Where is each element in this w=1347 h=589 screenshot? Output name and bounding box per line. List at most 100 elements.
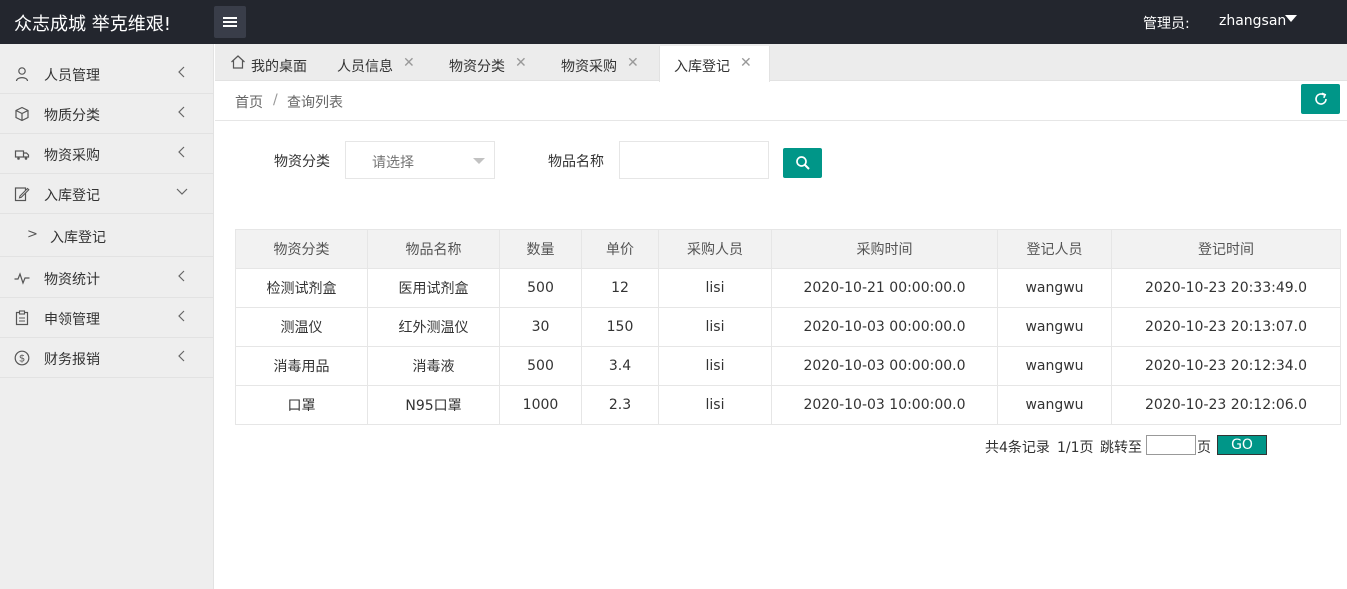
caret-down-icon[interactable] (1285, 15, 1297, 22)
breadcrumb-separator: / (273, 92, 278, 108)
sidebar: 人员管理 物质分类 物资采购 入库登记 > 入库登记 物资统计 申领管理 $ 财… (0, 44, 214, 589)
table-cell: lisi (658, 385, 772, 425)
tab-material-purchase[interactable]: 物资采购 ✕ (549, 46, 659, 81)
chevron-left-icon (178, 310, 185, 322)
item-name-label: 物品名称 (548, 154, 604, 170)
tab-label: 入库登记 (674, 59, 730, 75)
close-icon[interactable]: ✕ (515, 55, 527, 71)
go-button[interactable]: GO (1217, 435, 1267, 455)
table-row: 检测试剂盒 医用试剂盒 500 12 lisi 2020-10-21 00:00… (235, 268, 1341, 308)
table-cell: 2020-10-03 00:00:00.0 (771, 307, 998, 347)
user-icon (15, 67, 29, 82)
svg-text:$: $ (19, 354, 25, 365)
sidebar-subitem-stock-in[interactable]: > 入库登记 (0, 215, 214, 257)
page-number-input[interactable] (1146, 435, 1196, 455)
close-icon[interactable]: ✕ (627, 55, 639, 71)
sidebar-item-personnel[interactable]: 人员管理 (0, 54, 214, 94)
table-cell: 1000 (499, 385, 582, 425)
table-cell: 2020-10-21 00:00:00.0 (771, 268, 998, 308)
chevron-left-icon (178, 270, 185, 282)
chevron-right-icon: > (27, 227, 38, 242)
table-row: 测温仪 红外测温仪 30 150 lisi 2020-10-03 00:00:0… (235, 307, 1341, 347)
table-row: 口罩 N95口罩 1000 2.3 lisi 2020-10-03 10:00:… (235, 385, 1341, 425)
sidebar-item-finance[interactable]: $ 财务报销 (0, 338, 214, 378)
table-cell: lisi (658, 268, 772, 308)
table-cell: 30 (499, 307, 582, 347)
sidebar-subitem-label: 入库登记 (50, 230, 106, 246)
table-cell: lisi (658, 346, 772, 386)
table-cell: 消毒用品 (235, 346, 368, 386)
close-icon[interactable]: ✕ (403, 55, 415, 71)
table-cell: 2020-10-03 00:00:00.0 (771, 346, 998, 386)
page-indicator: 1/1页 (1057, 440, 1094, 456)
jump-to-label: 跳转至 (1100, 440, 1142, 456)
table-cell: wangwu (997, 268, 1112, 308)
refresh-button[interactable] (1301, 84, 1340, 114)
sidebar-item-label: 物资采购 (44, 148, 100, 164)
chevron-down-icon (176, 188, 188, 195)
sidebar-item-statistics[interactable]: 物资统计 (0, 258, 214, 298)
table-cell: lisi (658, 307, 772, 347)
tab-label: 物资分类 (449, 59, 505, 75)
tab-stock-in[interactable]: 入库登记 ✕ (659, 46, 770, 82)
tab-material-category[interactable]: 物资分类 ✕ (437, 46, 549, 81)
table-cell: 2020-10-23 20:13:07.0 (1111, 307, 1341, 347)
tab-label: 物资采购 (561, 59, 617, 75)
sidebar-item-label: 财务报销 (44, 352, 100, 368)
breadcrumb-home-link[interactable]: 首页 (235, 92, 263, 112)
table-cell: 红外测温仪 (367, 307, 500, 347)
table-header-row: 物资分类 物品名称 数量 单价 采购人员 采购时间 登记人员 登记时间 (235, 229, 1341, 269)
sidebar-item-label: 物质分类 (44, 108, 100, 124)
sidebar-item-stock-in[interactable]: 入库登记 (0, 174, 214, 214)
clipboard-icon (15, 310, 29, 326)
hamburger-icon (223, 17, 237, 27)
table-cell: 2020-10-23 20:33:49.0 (1111, 268, 1341, 308)
sidebar-item-label: 人员管理 (44, 68, 100, 84)
table-cell: wangwu (997, 385, 1112, 425)
tab-label: 我的桌面 (251, 59, 307, 75)
table-cell: 检测试剂盒 (235, 268, 368, 308)
chevron-left-icon (178, 66, 185, 78)
sidebar-item-label: 申领管理 (44, 312, 100, 328)
table-row: 消毒用品 消毒液 500 3.4 lisi 2020-10-03 00:00:0… (235, 346, 1341, 386)
caret-down-icon (473, 158, 485, 164)
sidebar-item-material-category[interactable]: 物质分类 (0, 94, 214, 134)
table-cell: 医用试剂盒 (367, 268, 500, 308)
column-header: 登记人员 (997, 229, 1112, 269)
table-cell: 2.3 (581, 385, 659, 425)
close-icon[interactable]: ✕ (740, 55, 752, 71)
tab-personnel-info[interactable]: 人员信息 ✕ (325, 46, 437, 81)
app-logo-text: 众志成城 举克维艰! (14, 14, 171, 35)
table-cell: 3.4 (581, 346, 659, 386)
search-button[interactable] (783, 148, 822, 178)
table-cell: 500 (499, 268, 582, 308)
table-cell: 2020-10-23 20:12:34.0 (1111, 346, 1341, 386)
column-header: 物资分类 (235, 229, 368, 269)
chevron-left-icon (178, 106, 185, 118)
tab-label: 人员信息 (337, 59, 393, 75)
column-header: 登记时间 (1111, 229, 1341, 269)
table-cell: 测温仪 (235, 307, 368, 347)
admin-username-dropdown[interactable]: zhangsan (1219, 13, 1286, 29)
sidebar-item-purchase[interactable]: 物资采购 (0, 134, 214, 174)
item-name-input[interactable] (619, 141, 769, 179)
menu-toggle-button[interactable] (214, 6, 246, 38)
breadcrumb: 首页 / 查询列表 (215, 81, 1347, 121)
search-icon (795, 156, 810, 170)
table-cell: wangwu (997, 346, 1112, 386)
record-count: 共4条记录 (985, 440, 1050, 456)
table-cell: 2020-10-03 10:00:00.0 (771, 385, 998, 425)
admin-label: 管理员: (1143, 16, 1190, 32)
pulse-icon (14, 272, 30, 285)
sidebar-item-requisition[interactable]: 申领管理 (0, 298, 214, 338)
category-select[interactable]: 请选择 (345, 141, 495, 179)
column-header: 数量 (499, 229, 582, 269)
home-icon (231, 55, 245, 69)
breadcrumb-current: 查询列表 (287, 95, 343, 111)
category-label: 物资分类 (274, 154, 330, 170)
column-header: 单价 (581, 229, 659, 269)
page-suffix-label: 页 (1197, 440, 1211, 456)
edit-icon (14, 187, 30, 202)
table-cell: 150 (581, 307, 659, 347)
tab-my-desktop[interactable]: 我的桌面 (215, 46, 325, 81)
